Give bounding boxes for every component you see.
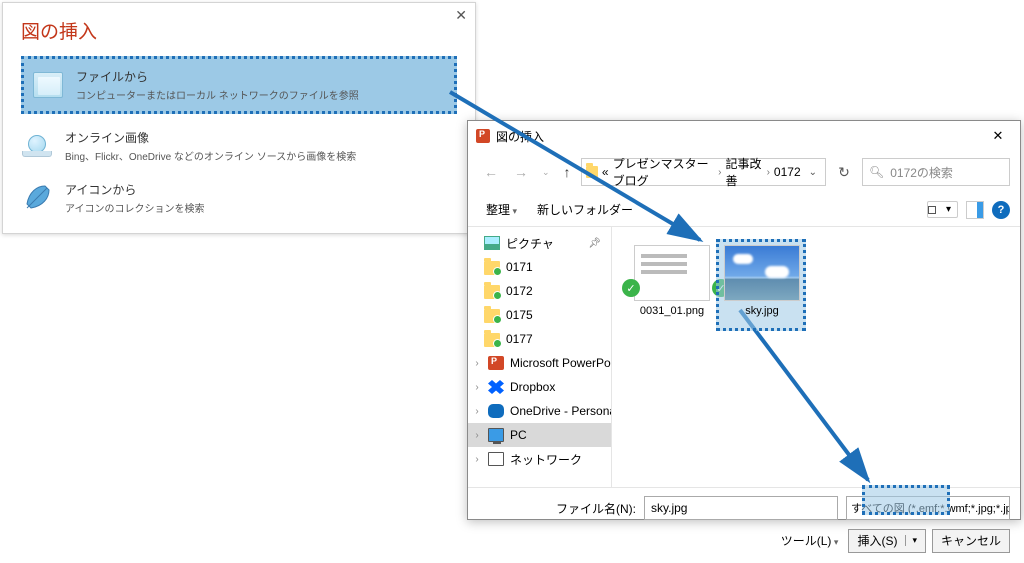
refresh-icon[interactable]: ↻ bbox=[830, 158, 858, 186]
nav-forward-icon[interactable]: → bbox=[508, 160, 534, 184]
expand-icon[interactable]: › bbox=[472, 358, 482, 369]
tree-item[interactable]: ›OneDrive - Personal bbox=[468, 399, 611, 423]
tree-item[interactable]: ›Microsoft PowerPoint bbox=[468, 351, 611, 375]
tools-menu[interactable]: ツール(L) bbox=[777, 528, 843, 553]
file-item[interactable]: ✓ 0031_01.png bbox=[632, 245, 712, 317]
online-images-icon bbox=[21, 131, 53, 161]
help-icon[interactable]: ? bbox=[992, 201, 1010, 219]
tree-item[interactable]: 0171 bbox=[468, 255, 611, 279]
expand-icon[interactable]: › bbox=[472, 406, 482, 417]
search-icon: 🔍︎ bbox=[869, 165, 884, 179]
tree-item[interactable]: 0172 bbox=[468, 279, 611, 303]
option-from-icons[interactable]: アイコンから アイコンのコレクションを検索 bbox=[3, 172, 475, 224]
preview-pane-icon[interactable] bbox=[966, 201, 984, 219]
thumbnail bbox=[724, 245, 800, 301]
filename-label: ファイル名(N): bbox=[556, 500, 636, 517]
dropbox-icon bbox=[488, 380, 504, 394]
thumbnail bbox=[634, 245, 710, 301]
nav-up-icon[interactable]: ↑ bbox=[558, 160, 577, 184]
panel-title: 図の挿入 bbox=[3, 3, 475, 50]
sync-check-icon: ✓ bbox=[622, 279, 640, 297]
folder-icon bbox=[484, 309, 500, 323]
nav-history-icon[interactable]: ⌄ bbox=[538, 163, 554, 182]
powerpoint-icon bbox=[476, 129, 490, 143]
network-icon bbox=[488, 452, 504, 466]
chevron-down-icon[interactable]: ⌄ bbox=[805, 167, 821, 178]
folder-icon bbox=[586, 166, 598, 178]
file-open-dialog: 図の挿入 ✕ ← → ⌄ ↑ « プレゼンマスターブログ › 記事改善 › 01… bbox=[467, 120, 1021, 520]
tree-item[interactable]: ›ネットワーク bbox=[468, 447, 611, 471]
folder-icon bbox=[484, 333, 500, 347]
powerpoint-icon bbox=[488, 356, 504, 370]
expand-icon[interactable]: › bbox=[472, 382, 482, 393]
view-toggle[interactable]: ▾ bbox=[927, 201, 958, 218]
tree-item[interactable]: ピクチャ📌︎ bbox=[468, 231, 611, 255]
breadcrumb[interactable]: « プレゼンマスターブログ › 記事改善 › 0172 ⌄ bbox=[581, 158, 826, 186]
pin-icon: 📌︎ bbox=[588, 238, 601, 249]
option-from-file[interactable]: ファイルから コンピューターまたはローカル ネットワークのファイルを参照 bbox=[21, 56, 457, 114]
file-picture-icon bbox=[32, 70, 64, 100]
tree-item[interactable]: ›PC bbox=[468, 423, 611, 447]
tree-item[interactable]: ›Dropbox bbox=[468, 375, 611, 399]
expand-icon[interactable]: › bbox=[472, 454, 482, 465]
cancel-button[interactable]: キャンセル bbox=[932, 529, 1010, 553]
pc-icon bbox=[488, 428, 504, 442]
organize-menu[interactable]: 整理 bbox=[478, 197, 525, 222]
file-list[interactable]: ✓ 0031_01.png ✓ sky.jpg bbox=[612, 227, 1020, 487]
expand-icon[interactable]: › bbox=[472, 430, 482, 441]
new-folder-button[interactable]: 新しいフォルダー bbox=[529, 197, 641, 222]
dialog-titlebar: 図の挿入 ✕ bbox=[468, 121, 1020, 151]
file-type-filter[interactable]: すべての図 (*.emf;*.wmf;*.jpg;*.jp⌄ bbox=[846, 496, 1010, 520]
insert-button[interactable]: 挿入(S)▾ bbox=[848, 529, 926, 553]
option-online-images[interactable]: オンライン画像 Bing、Flickr、OneDrive などのオンライン ソー… bbox=[3, 120, 475, 172]
file-item[interactable]: ✓ sky.jpg bbox=[722, 245, 802, 317]
filename-input[interactable] bbox=[644, 496, 838, 520]
tree-item[interactable]: 0175 bbox=[468, 303, 611, 327]
tree-item[interactable]: 0177 bbox=[468, 327, 611, 351]
folder-icon bbox=[484, 261, 500, 275]
folder-icon bbox=[484, 285, 500, 299]
search-input[interactable]: 🔍︎ 0172の検索 bbox=[862, 158, 1010, 186]
dialog-close-icon[interactable]: ✕ bbox=[978, 124, 1018, 148]
insert-picture-panel: ✕ 図の挿入 ファイルから コンピューターまたはローカル ネットワークのファイル… bbox=[2, 2, 476, 234]
feather-icon bbox=[21, 184, 53, 212]
pictures-icon bbox=[484, 236, 500, 250]
close-icon[interactable]: ✕ bbox=[455, 8, 467, 22]
dialog-title: 図の挿入 bbox=[496, 128, 544, 145]
onedrive-icon bbox=[488, 404, 504, 418]
nav-back-icon[interactable]: ← bbox=[478, 160, 504, 184]
folder-tree[interactable]: ピクチャ📌︎ 0171 0172 0175 0177 ›Microsoft Po… bbox=[468, 227, 612, 487]
